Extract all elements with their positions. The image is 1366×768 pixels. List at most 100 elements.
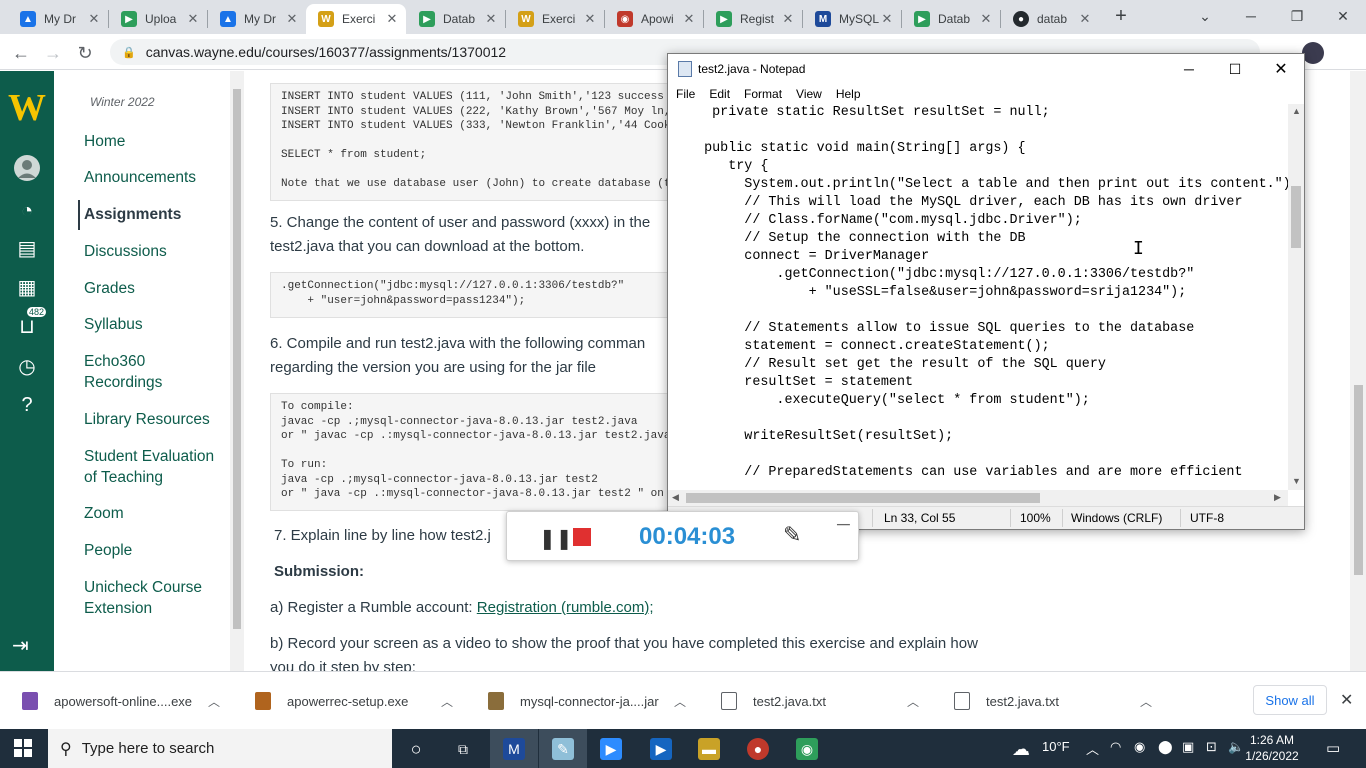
restore-icon[interactable]: ❐ bbox=[1274, 0, 1320, 32]
close-tab-icon[interactable]: ✕ bbox=[681, 11, 697, 27]
course-nav-announcements[interactable]: Announcements bbox=[84, 167, 224, 188]
menu-edit[interactable]: Edit bbox=[709, 84, 730, 104]
course-nav-grades[interactable]: Grades bbox=[84, 278, 224, 299]
menu-file[interactable]: File bbox=[676, 84, 695, 104]
browser-tab[interactable]: ▲ My Dr ✕ bbox=[8, 4, 108, 34]
close-tab-icon[interactable]: ✕ bbox=[86, 11, 102, 27]
inbox-icon[interactable]: ⊔ 482 bbox=[12, 307, 47, 341]
browser-tab[interactable]: ▶ Datab ✕ bbox=[902, 4, 1000, 34]
course-nav-echo360[interactable]: Echo360 Recordings bbox=[84, 351, 194, 393]
forward-icon[interactable]: → bbox=[40, 40, 66, 66]
notepad-close-icon[interactable]: ✕ bbox=[1258, 54, 1304, 84]
mysql-workbench-icon[interactable]: M bbox=[503, 738, 525, 760]
stop-icon[interactable] bbox=[573, 528, 591, 546]
close-window-icon[interactable]: ✕ bbox=[1320, 0, 1366, 32]
file-explorer-icon[interactable]: ▬ bbox=[698, 738, 720, 760]
wayne-state-logo[interactable]: W bbox=[4, 85, 50, 131]
recorder-app-icon[interactable]: ● bbox=[747, 738, 769, 760]
scroll-right-icon[interactable]: ▶ bbox=[1274, 492, 1281, 503]
download-item[interactable]: apowerrec-setup.exe ︿ bbox=[255, 672, 465, 730]
close-tab-icon[interactable]: ✕ bbox=[879, 11, 895, 27]
taskbar-clock[interactable]: 1:26 AM 1/26/2022 bbox=[1242, 732, 1302, 764]
chevron-up-icon[interactable]: ︿ bbox=[907, 693, 919, 710]
menu-view[interactable]: View bbox=[796, 84, 822, 104]
browser-tab[interactable]: W Exerci ✕ bbox=[506, 4, 604, 34]
chevron-up-icon[interactable]: ︿ bbox=[441, 693, 453, 710]
browser-tab[interactable]: M MySQL ✕ bbox=[803, 4, 901, 34]
notepad-text-area[interactable]: private static ResultSet resultSet = nul… bbox=[668, 104, 1288, 490]
course-nav-syllabus[interactable]: Syllabus bbox=[84, 314, 224, 335]
browser-tab-active[interactable]: W Exerci ✕ bbox=[306, 4, 406, 34]
reload-icon[interactable]: ↻ bbox=[72, 40, 98, 66]
profile-avatar[interactable] bbox=[1302, 42, 1324, 64]
task-view-icon[interactable]: ⧉ bbox=[452, 738, 474, 760]
scroll-up-icon[interactable]: ▲ bbox=[1292, 106, 1301, 116]
course-nav-assignments[interactable]: Assignments bbox=[84, 204, 224, 225]
chevron-up-icon[interactable]: ︿ bbox=[208, 693, 220, 710]
notepad-horizontal-scrollbar[interactable]: ◀ ▶ bbox=[668, 490, 1288, 506]
taskbar-search-box[interactable]: ⚲ Type here to search bbox=[48, 729, 392, 768]
calendar-icon[interactable]: ▦ bbox=[12, 272, 42, 302]
browser-tab[interactable]: ▶ Regist ✕ bbox=[704, 4, 802, 34]
notifications-icon[interactable]: ▭ bbox=[1326, 739, 1340, 757]
pause-icon[interactable]: ❚❚ bbox=[539, 526, 573, 551]
download-item[interactable]: test2.java.txt ︿ bbox=[954, 672, 1164, 730]
close-tab-icon[interactable]: ✕ bbox=[978, 11, 994, 27]
course-nav-zoom[interactable]: Zoom bbox=[84, 503, 224, 524]
course-nav-discussions[interactable]: Discussions bbox=[84, 241, 224, 262]
chevron-up-icon[interactable]: ︿ bbox=[1140, 693, 1152, 710]
weather-cloud-icon[interactable]: ☁ bbox=[1010, 738, 1032, 760]
page-scrollbar[interactable] bbox=[1350, 71, 1366, 671]
course-nav-people[interactable]: People bbox=[84, 540, 224, 561]
show-all-downloads-button[interactable]: Show all bbox=[1253, 685, 1327, 715]
cortana-icon[interactable]: ○ bbox=[405, 738, 427, 760]
download-item[interactable]: apowersoft-online....exe ︿ bbox=[22, 672, 232, 730]
notepad-taskbar-icon[interactable]: ✎ bbox=[552, 738, 574, 760]
scroll-left-icon[interactable]: ◀ bbox=[672, 492, 679, 503]
browser-tab[interactable]: ◉ Apowi ✕ bbox=[605, 4, 703, 34]
recording-status-icon[interactable]: ⬤ bbox=[1158, 739, 1173, 755]
display-icon[interactable]: ▣ bbox=[1182, 739, 1194, 755]
chrome-profile-icon[interactable]: ◉ bbox=[796, 738, 818, 760]
close-tab-icon[interactable]: ✕ bbox=[780, 11, 796, 27]
collapse-nav-icon[interactable]: ⇥ bbox=[12, 633, 29, 658]
browser-tab[interactable]: ▲ My Dr ✕ bbox=[208, 4, 306, 34]
annotate-pen-icon[interactable]: ✎ bbox=[783, 522, 801, 548]
browser-tab[interactable]: ▶ Uploa ✕ bbox=[109, 4, 207, 34]
notepad-maximize-icon[interactable]: ☐ bbox=[1212, 54, 1258, 84]
rumble-registration-link[interactable]: Registration (rumble.com); bbox=[477, 599, 654, 616]
wifi-icon[interactable]: ◠ bbox=[1110, 739, 1121, 755]
menu-format[interactable]: Format bbox=[744, 84, 782, 104]
notepad-minimize-icon[interactable]: ─ bbox=[1166, 54, 1212, 84]
course-nav-evaluation[interactable]: Student Evaluation of Teaching bbox=[84, 446, 224, 488]
close-tab-icon[interactable]: ✕ bbox=[1077, 11, 1093, 27]
close-downloads-icon[interactable]: ✕ bbox=[1340, 690, 1353, 710]
camera-icon[interactable]: ◉ bbox=[1134, 739, 1145, 755]
notepad-vertical-scrollbar[interactable]: ▲ ▼ bbox=[1288, 104, 1304, 490]
back-icon[interactable]: ← bbox=[8, 40, 34, 66]
course-nav-library[interactable]: Library Resources bbox=[84, 409, 224, 430]
new-tab-button[interactable]: + bbox=[1110, 5, 1132, 27]
browser-tab[interactable]: ● datab ✕ bbox=[1001, 4, 1099, 34]
course-nav-scrollbar[interactable] bbox=[230, 71, 244, 671]
windows-start-icon[interactable] bbox=[14, 739, 32, 757]
scroll-down-icon[interactable]: ▼ bbox=[1292, 476, 1301, 486]
course-nav-unicheck[interactable]: Unicheck Course Extension bbox=[84, 577, 224, 619]
network-icon[interactable]: ⊡ bbox=[1206, 739, 1217, 755]
courses-icon[interactable]: ▤ bbox=[12, 233, 42, 263]
close-tab-icon[interactable]: ✕ bbox=[483, 11, 499, 27]
media-player-icon[interactable]: ▶ bbox=[650, 738, 672, 760]
close-tab-icon[interactable]: ✕ bbox=[185, 11, 201, 27]
chevron-up-icon[interactable]: ︿ bbox=[674, 693, 686, 710]
download-item[interactable]: mysql-connector-ja....jar ︿ bbox=[488, 672, 698, 730]
close-tab-icon[interactable]: ✕ bbox=[582, 11, 598, 27]
zoom-icon[interactable]: ▶ bbox=[600, 738, 622, 760]
dashboard-icon[interactable]: ◔ bbox=[12, 196, 42, 226]
minimize-icon[interactable]: ─ bbox=[1228, 0, 1274, 32]
recorder-minimize-icon[interactable]: ─ bbox=[837, 514, 850, 535]
tab-search-icon[interactable]: ⌄ bbox=[1182, 0, 1228, 32]
menu-help[interactable]: Help bbox=[836, 84, 861, 104]
browser-tab[interactable]: ▶ Datab ✕ bbox=[407, 4, 505, 34]
account-icon[interactable] bbox=[12, 153, 42, 183]
help-icon[interactable]: ? bbox=[12, 390, 42, 420]
